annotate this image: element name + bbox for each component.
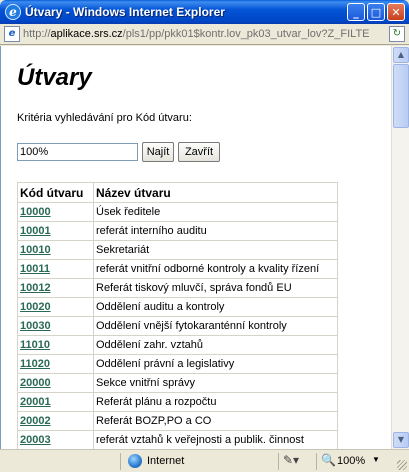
unit-name: Oddělení vnější fytokaranténní kontroly xyxy=(93,316,338,336)
table-row: 20000 Sekce vnitřní správy xyxy=(17,373,338,393)
table-row: 10030 Oddělení vnější fytokaranténní kont… xyxy=(17,316,338,336)
address-url[interactable]: http://aplikace.srs.cz/pls1/pp/pkk01$kon… xyxy=(23,28,383,40)
table-row: 10011 referát vnitřní odborné kontroly a … xyxy=(17,259,338,279)
header-name: Název útvaru xyxy=(93,182,338,203)
code-link[interactable]: 10011 xyxy=(20,263,50,275)
page-content: Útvary Kritéria vyhledávání pro Kód útva… xyxy=(0,46,391,449)
status-divider xyxy=(278,453,279,470)
close-button[interactable]: Zavřít xyxy=(178,142,220,162)
criteria-label: Kritéria vyhledávání pro Kód útvaru: xyxy=(17,112,192,124)
code-link[interactable]: 10000 xyxy=(20,206,51,218)
code-link[interactable]: 11020 xyxy=(20,358,50,370)
protected-mode-icon[interactable]: ✎▾ xyxy=(283,453,299,467)
maximize-button[interactable]: □ xyxy=(367,3,385,21)
url-path: /pls1/pp/pkk01$kontr.lov_pk03_utvar_lov?… xyxy=(122,28,370,40)
close-window-button[interactable]: ✕ xyxy=(387,3,405,21)
address-bar: e http://aplikace.srs.cz/pls1/pp/pkk01$k… xyxy=(0,24,409,45)
code-link[interactable]: 20003 xyxy=(20,434,51,446)
code-link[interactable]: 20001 xyxy=(20,396,51,408)
table-header-row: Kód útvaru Název útvaru xyxy=(17,182,338,203)
find-button[interactable]: Najít xyxy=(142,142,174,162)
ie-logo-icon: e xyxy=(5,4,21,20)
code-link[interactable]: 20002 xyxy=(20,415,51,427)
table-row: 10020 Oddělení auditu a kontroly xyxy=(17,297,338,317)
table-row: 10000 Úsek ředitele xyxy=(17,202,338,222)
resize-grip[interactable] xyxy=(397,460,407,470)
title-bar: e Útvary - Windows Internet Explorer _ □… xyxy=(0,0,409,24)
unit-name: referát vnitřní odborné kontroly a kvali… xyxy=(93,259,338,279)
table-row: 20003 referát vztahů k veřejnosti a publi… xyxy=(17,430,338,449)
table-row: 20001 Referát plánu a rozpočtu xyxy=(17,392,338,412)
unit-name: Referát plánu a rozpočtu xyxy=(93,392,338,412)
minimize-button[interactable]: _ xyxy=(347,3,365,21)
table-row: 20002 Referát BOZP,PO a CO xyxy=(17,411,338,431)
url-host: aplikace.srs.cz xyxy=(50,28,123,40)
code-link[interactable]: 10010 xyxy=(20,244,51,256)
scroll-thumb[interactable] xyxy=(393,64,409,128)
code-link[interactable]: 10001 xyxy=(20,225,51,237)
table-row: 10012 Referát tiskový mluvčí, správa fond… xyxy=(17,278,338,298)
header-code: Kód útvaru xyxy=(17,182,94,203)
unit-name: Oddělení zahr. vztahů xyxy=(93,335,338,355)
url-prefix: http:// xyxy=(23,28,51,40)
page-icon: e xyxy=(4,26,20,42)
unit-name: Sekce vnitřní správy xyxy=(93,373,338,393)
zoom-icon[interactable]: 🔍 xyxy=(321,453,336,467)
table-row: 11020 Oddělení právní a legislativy xyxy=(17,354,338,374)
page-title: Útvary xyxy=(17,64,92,91)
unit-name: Sekretariát xyxy=(93,240,338,260)
unit-name: referát vztahů k veřejnosti a publik. či… xyxy=(93,430,338,449)
code-link[interactable]: 10012 xyxy=(20,282,51,294)
unit-name: Referát BOZP,PO a CO xyxy=(93,411,338,431)
code-link[interactable]: 10020 xyxy=(20,301,51,313)
table-row: 10010 Sekretariát xyxy=(17,240,338,260)
window-controls: _ □ ✕ xyxy=(347,3,405,21)
code-link[interactable]: 10030 xyxy=(20,320,51,332)
code-link[interactable]: 20000 xyxy=(20,377,51,389)
status-divider xyxy=(120,453,121,470)
scroll-up-icon[interactable]: ▲ xyxy=(393,47,409,63)
search-input[interactable] xyxy=(17,143,138,161)
unit-name: referát interního auditu xyxy=(93,221,338,241)
unit-name: Referát tiskový mluvčí, správa fondů EU xyxy=(93,278,338,298)
window-title: Útvary - Windows Internet Explorer xyxy=(25,5,225,19)
scroll-down-icon[interactable]: ▼ xyxy=(393,432,409,448)
code-link[interactable]: 11010 xyxy=(20,339,50,351)
chevron-down-icon[interactable]: ▼ xyxy=(372,455,380,464)
table-row: 11010 Oddělení zahr. vztahů xyxy=(17,335,338,355)
unit-name: Úsek ředitele xyxy=(93,202,338,222)
security-zone: Internet xyxy=(147,455,185,467)
status-divider xyxy=(316,453,317,470)
globe-icon xyxy=(128,454,142,468)
zoom-level[interactable]: 100% xyxy=(337,455,365,467)
results-table: Kód útvaru Název útvaru 10000 Úsek ředite… xyxy=(17,182,338,449)
page-action-icon[interactable]: ↻ xyxy=(389,26,405,42)
status-bar: Internet ✎▾ 🔍 100% ▼ xyxy=(0,449,409,472)
vertical-scrollbar[interactable]: ▲ ▼ xyxy=(391,46,409,449)
table-row: 10001 referát interního auditu xyxy=(17,221,338,241)
unit-name: Oddělení právní a legislativy xyxy=(93,354,338,374)
unit-name: Oddělení auditu a kontroly xyxy=(93,297,338,317)
